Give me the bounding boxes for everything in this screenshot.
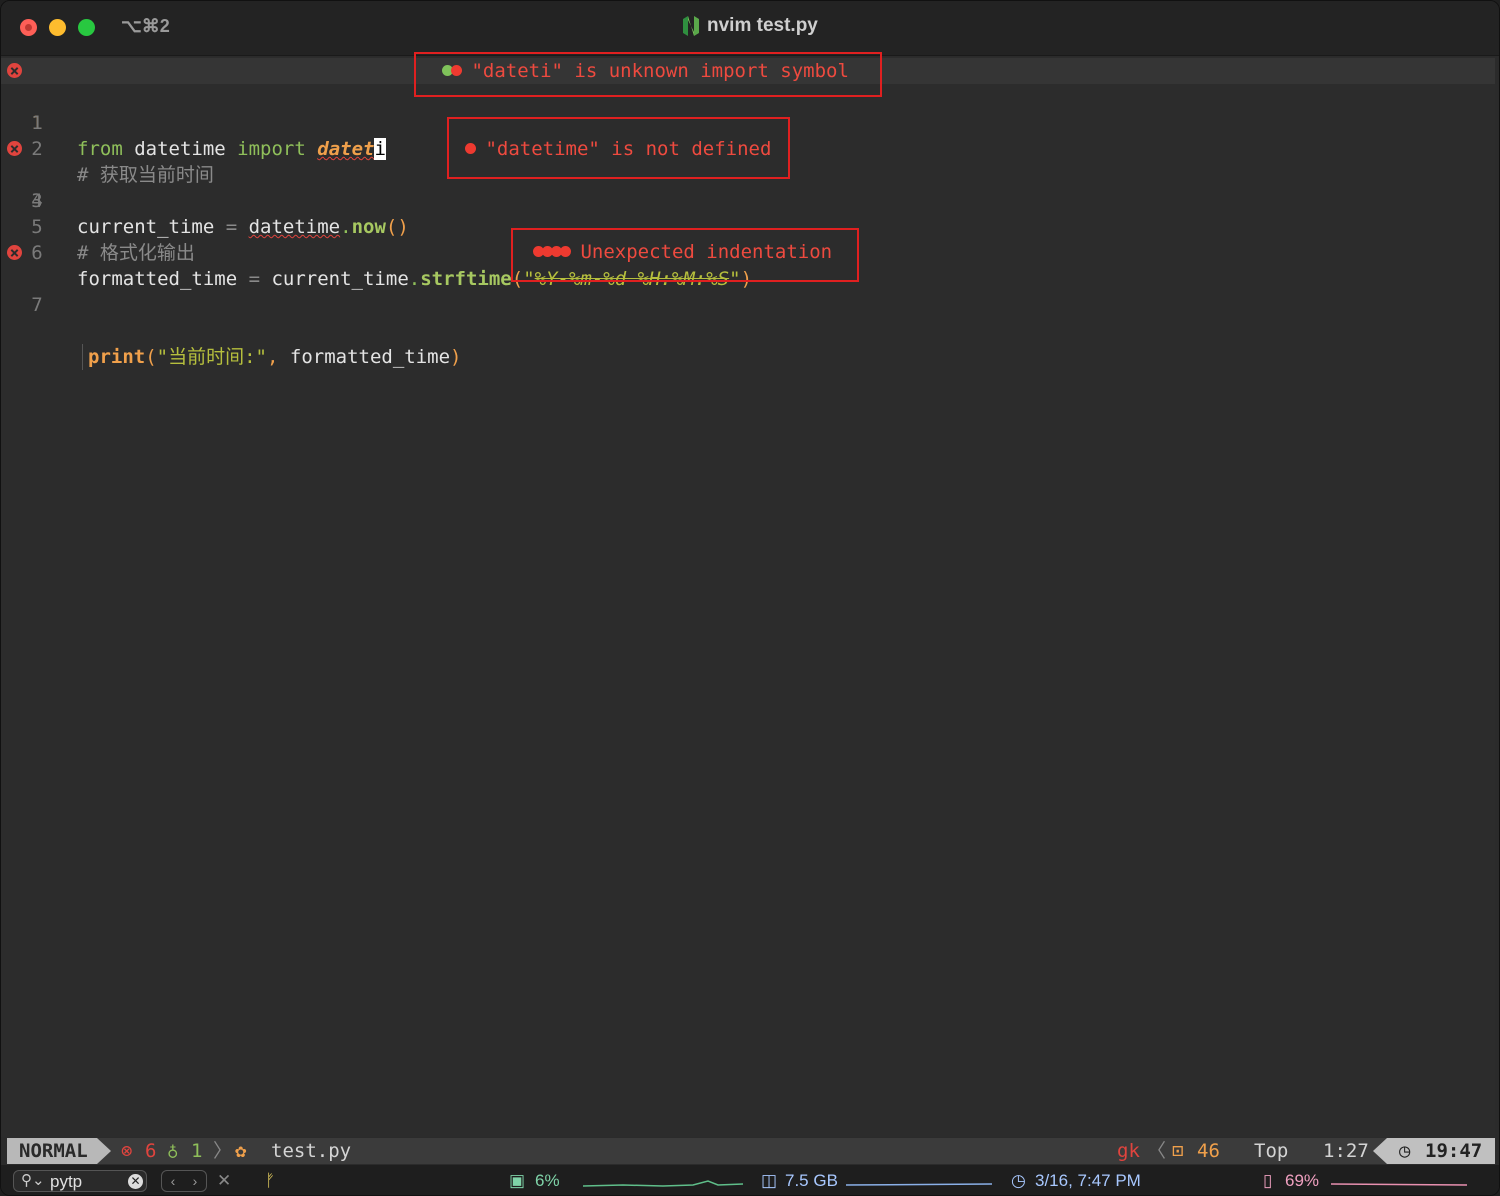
system-bar: ⚲⌄ pytp ✕ ‹ › ✕ ᚠ ▣ 6% ◫ 7.5 GB ◷ 3/16, …: [1, 1165, 1499, 1195]
dot-token: .: [408, 268, 421, 290]
window-title: nvim test.py: [681, 15, 818, 37]
search-icon: ⚲⌄: [21, 1172, 45, 1189]
paren-token: ): [450, 346, 462, 368]
git-branch-icon: ᚠ: [265, 1171, 276, 1190]
memory-sparkline: [846, 1183, 992, 1186]
error-sign: [7, 63, 22, 78]
line-number: 7: [31, 294, 43, 316]
minimize-window-button[interactable]: [49, 19, 66, 36]
error-dot-icon: [451, 65, 462, 76]
clock-time: 19:47: [1425, 1140, 1483, 1162]
error-sign: [7, 245, 22, 260]
scroll-position: Top: [1254, 1140, 1289, 1162]
operator-token: =: [237, 268, 272, 290]
clock-pill: ◷ 19:47: [1387, 1138, 1495, 1164]
statusline: NORMAL ⊗ 6 ♁ 1 〉 ✿ test.py gk 〈 ⊡ 46 Top…: [7, 1138, 1495, 1164]
filename[interactable]: test.py: [271, 1138, 351, 1164]
battery-level: 69%: [1285, 1171, 1320, 1190]
close-window-button[interactable]: [20, 19, 37, 36]
package-icon: ⊡: [1172, 1140, 1184, 1162]
editor-buffer[interactable]: 1 from datetime import dateti 1 2 # 获取当前…: [1, 52, 1495, 1137]
cpu-sparkline: [583, 1180, 743, 1187]
clock-separator: [1373, 1138, 1387, 1164]
error-dot-icon: [465, 143, 476, 154]
lightbulb-icon: ♁: [167, 1140, 179, 1162]
clock-icon: ◷: [1011, 1171, 1026, 1190]
diagnostic-message: "datetime" is not defined: [465, 136, 771, 162]
memory-usage: 7.5 GB: [785, 1171, 838, 1190]
chevron-right-icon: 〉: [213, 1140, 233, 1162]
comma-token: ,: [266, 346, 290, 368]
mode-indicator: NORMAL: [7, 1138, 97, 1164]
title-bar: ⌥⌘2 nvim test.py: [1, 1, 1499, 56]
error-count-icon: ⊗: [121, 1140, 133, 1162]
neovim-logo-icon: [683, 16, 699, 36]
code-text: print("当前时间:", formatted_time): [88, 344, 461, 370]
nav-buttons: ‹ ›: [161, 1170, 207, 1192]
string-token: "当前时间:": [156, 346, 267, 368]
battery-sparkline: [1331, 1183, 1467, 1186]
error-sign-icon: [7, 245, 22, 260]
diagnostic-text: "datetime" is not defined: [485, 138, 772, 160]
diagnostic-message: "dateti" is unknown import symbol: [442, 58, 849, 84]
cpu-usage: 6%: [535, 1171, 560, 1190]
zoom-window-button[interactable]: [78, 19, 95, 36]
diagnostic-text: "dateti" is unknown import symbol: [471, 60, 849, 82]
chevron-left-icon: 〈: [1147, 1140, 1167, 1162]
identifier-token: formatted_time: [77, 268, 238, 290]
error-sign-icon: [7, 141, 22, 156]
date-time: 3/16, 7:47 PM: [1035, 1171, 1141, 1190]
cursor-position: 1:27: [1323, 1140, 1369, 1162]
back-icon[interactable]: ‹: [171, 1171, 176, 1191]
forward-icon[interactable]: ›: [193, 1171, 198, 1191]
search-field[interactable]: ⚲⌄ pytp ✕: [13, 1170, 147, 1192]
error-dot-icon: [560, 246, 571, 257]
terminal-window: ⌥⌘2 nvim test.py 1 from datetime import …: [0, 0, 1500, 1196]
memory-icon: ◫: [761, 1171, 778, 1190]
battery-icon: ▯: [1263, 1171, 1273, 1190]
cpu-icon: ▣: [509, 1171, 526, 1190]
clock-icon: ◷: [1399, 1140, 1411, 1162]
error-sign-icon: [7, 63, 22, 78]
git-branch: gk: [1117, 1140, 1140, 1162]
identifier-token: formatted_time: [289, 346, 451, 368]
clear-search-icon[interactable]: ✕: [128, 1174, 143, 1189]
code-line[interactable]: 5 # 格式化输出: [1, 188, 1495, 264]
window-title-text: nvim test.py: [707, 15, 818, 36]
paren-token: (: [145, 346, 157, 368]
diagnostic-message: Unexpected indentation: [533, 239, 832, 265]
error-sign: [7, 141, 22, 156]
mode-separator: [97, 1138, 111, 1164]
count-value: 46: [1197, 1140, 1220, 1162]
identifier-token: current_time: [271, 268, 409, 290]
hint-count: 1: [191, 1140, 203, 1162]
search-input[interactable]: pytp: [50, 1172, 82, 1192]
method-token: strftime: [420, 268, 512, 290]
window-shortcut: ⌥⌘2: [121, 16, 170, 36]
builtin-token: print: [88, 346, 146, 368]
error-count: 6: [145, 1140, 157, 1162]
indent-guide: [82, 344, 83, 370]
python-icon: ✿: [235, 1140, 247, 1162]
close-icon[interactable]: ✕: [217, 1171, 231, 1191]
diagnostic-text: Unexpected indentation: [580, 241, 833, 263]
